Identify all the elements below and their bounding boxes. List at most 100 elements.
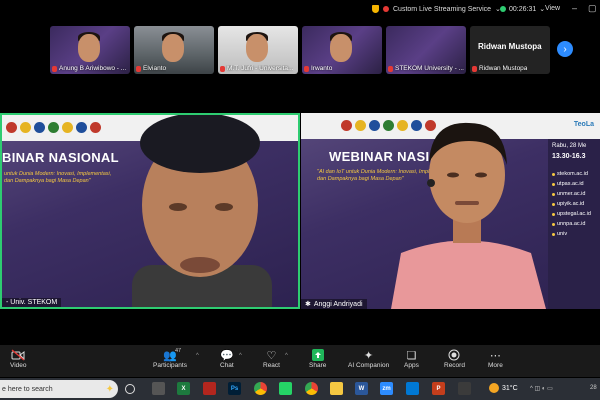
video-off-icon [11, 348, 25, 362]
pin-icon: ✱ [305, 301, 311, 308]
app-icon[interactable] [152, 382, 165, 395]
mic-muted-icon [388, 65, 393, 72]
logo-icon [48, 122, 59, 133]
system-tray[interactable]: ^ ◫ ◐ ▭ [530, 385, 553, 392]
meeting-toolbar: Video 👥 47 Participants ^ 💬 Chat ^ ♡ Rea… [0, 345, 600, 377]
participant-thumbnail-strip: Anung B Ariwibowo - ... Elvianto M.T. Ju… [50, 26, 550, 74]
meeting-timer[interactable]: 00:26:31 ⌄ [500, 5, 545, 13]
participant-name-label: M.T. Jufri - Universita... [220, 65, 293, 72]
chrome-icon[interactable] [305, 382, 318, 395]
logo-icon [34, 122, 45, 133]
site-item: univ [552, 231, 567, 237]
apps-button[interactable]: ❏ Apps [404, 348, 419, 370]
chrome-icon[interactable] [254, 382, 267, 395]
participant-name-label: Anung B Ariwibowo - ... [52, 65, 126, 72]
logo-icon [6, 122, 17, 133]
participant-face [162, 34, 184, 62]
task-view-icon[interactable] [125, 384, 135, 394]
photoshop-icon[interactable]: Ps [228, 382, 241, 395]
site-item: utpas.ac.id [552, 181, 584, 187]
taskbar-search-box[interactable]: e here to search ✦ [0, 380, 118, 398]
shield-icon [372, 5, 379, 13]
heart-icon: ♡ [266, 349, 277, 362]
powerpoint-icon[interactable]: P [432, 382, 445, 395]
speaker-video [132, 115, 272, 307]
sponsor-logos [6, 122, 101, 133]
sparkle-icon: ✦ [363, 349, 374, 362]
mic-muted-icon [136, 65, 141, 72]
logo-icon [369, 120, 380, 131]
file-explorer-icon[interactable] [330, 382, 343, 395]
tray-icon: ^ ◫ ◐ ▭ [530, 386, 553, 392]
share-icon [311, 348, 324, 362]
chat-button[interactable]: 💬 Chat [220, 348, 234, 370]
participant-thumbnail[interactable]: Elvianto [134, 26, 214, 74]
mic-muted-icon [472, 65, 477, 72]
participant-name-label: Elvianto [136, 65, 166, 72]
share-button[interactable]: Share [309, 348, 326, 369]
logo-icon [90, 122, 101, 133]
participant-thumbnail[interactable]: Anung B Ariwibowo - ... [50, 26, 130, 74]
participant-thumbnail[interactable]: Irwanto [302, 26, 382, 74]
app-icon[interactable] [458, 382, 471, 395]
participant-thumbnail[interactable]: STEKOM University - ... [386, 26, 466, 74]
participant-name-label: ✱ Anggi Andriyadi [301, 299, 367, 309]
live-stream-indicator[interactable]: Custom Live Streaming Service ⌄ [372, 5, 501, 13]
participant-thumbnail[interactable]: Ridwan Mustopa Ridwan Mustopa [470, 26, 550, 74]
live-dot-icon [383, 6, 389, 12]
participant-face [330, 34, 352, 62]
ai-companion-button[interactable]: ✦ AI Companion [348, 348, 389, 370]
status-bar: Custom Live Streaming Service ⌄ 00:26:31… [0, 0, 600, 20]
sparkle-icon: ✦ [105, 383, 114, 395]
more-icon: ⋯ [489, 349, 501, 362]
timer-text: 00:26:31 [509, 5, 537, 13]
participant-thumbnail[interactable]: M.T. Jufri - Universita... [218, 26, 298, 74]
clock-text: 28 [590, 385, 597, 391]
participant-video [391, 122, 546, 309]
app-icon[interactable] [406, 382, 419, 395]
schedule-panel: Rabu, 28 Me 13.30-16.3 stekom.ac.id utpa… [548, 139, 600, 309]
participant-name-label: Ridwan Mustopa [472, 65, 527, 72]
schedule-time: 13.30-16.3 [552, 153, 586, 160]
chevron-up-icon[interactable]: ^ [285, 353, 288, 359]
participant-name-label: STEKOM University - ... [388, 65, 464, 72]
apps-icon: ❏ [406, 349, 417, 362]
logo-icon [341, 120, 352, 131]
weather-widget[interactable]: 31°C [489, 383, 518, 393]
next-page-button[interactable]: › [557, 41, 573, 57]
minimize-icon[interactable]: – [572, 3, 577, 13]
stream-label: Custom Live Streaming Service [393, 5, 492, 13]
slide-subtitle: untuk Dunia Modern: Inovasi, Implementas… [4, 171, 112, 185]
chat-icon: 💬 [220, 349, 234, 362]
zoom-icon[interactable]: zm [380, 382, 393, 395]
participants-count: 47 [175, 348, 182, 354]
participant-name-label: Irwanto [304, 65, 332, 72]
site-item: stekom.ac.id [552, 171, 588, 177]
participants-button[interactable]: 👥 47 Participants [153, 348, 187, 369]
excel-icon[interactable]: X [177, 382, 190, 395]
chevron-up-icon[interactable]: ^ [239, 353, 242, 359]
view-button[interactable]: View [545, 5, 560, 12]
participant-big-name: Ridwan Mustopa [478, 42, 542, 51]
mic-muted-icon [304, 65, 309, 72]
more-button[interactable]: ⋯ More [488, 348, 503, 370]
participant-name-label: - Univ. STEKOM [2, 298, 62, 307]
logo-icon [62, 122, 73, 133]
app-icon[interactable] [203, 382, 216, 395]
video-tile[interactable]: TeoLa WEBINAR NASIONAL "AI dan IoT untuk… [301, 113, 600, 309]
word-icon[interactable]: W [355, 382, 368, 395]
timer-dot-icon [500, 6, 506, 12]
schedule-date: Rabu, 28 Me [552, 143, 587, 149]
video-tile-active-speaker[interactable]: BINAR NASIONAL untuk Dunia Modern: Inova… [0, 113, 300, 309]
react-button[interactable]: ♡ React [263, 348, 280, 370]
video-button[interactable]: Video [10, 348, 27, 369]
maximize-icon[interactable]: ▢ [588, 3, 597, 14]
chevron-up-icon[interactable]: ^ [196, 353, 199, 359]
participant-face [78, 34, 100, 62]
site-item: unmer.ac.id [552, 191, 585, 197]
app-icon[interactable] [279, 382, 292, 395]
record-button[interactable]: Record [444, 348, 465, 369]
sun-icon [489, 383, 499, 393]
site-item: unnpa.ac.id [552, 221, 585, 227]
partner-badge: TeoLa [573, 121, 594, 128]
